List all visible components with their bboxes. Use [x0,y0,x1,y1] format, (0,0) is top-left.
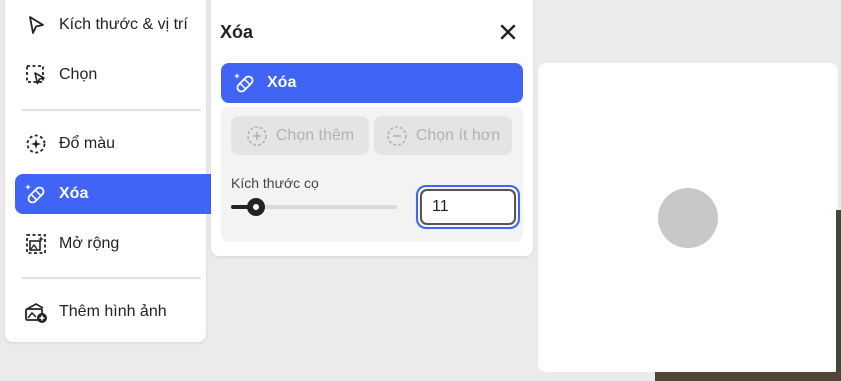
select-less-button[interactable]: Chọn ít hơn [374,116,512,155]
panel-title: Xóa [220,22,254,42]
plus-circle-icon [246,125,268,147]
brush-size-label: Kích thước cọ [231,175,319,191]
sidebar-item-label: Kích thước & vị trí [59,16,188,33]
tool-sidebar: Kích thước & vị trí Chọn Đổ màu Xóa Mở r… [5,0,224,342]
select-more-button[interactable]: Chọn thêm [231,116,369,155]
sidebar-item-label: Đổ màu [59,135,116,152]
sidebar-item-label: Chọn [59,66,98,83]
sidebar-item-label: Xóa [59,185,89,202]
remove-button[interactable]: Xóa [221,63,523,103]
background-photo-edge [655,372,841,381]
background-photo-edge [836,210,841,381]
brush-preview [658,188,718,248]
remove-button-label: Xóa [267,74,297,91]
sidebar-item-fill[interactable]: Đổ màu [15,124,224,164]
sidebar-divider [22,277,201,279]
brush-size-input-focus-ring [416,185,520,229]
sidebar-item-expand[interactable]: Mở rộng [15,224,224,264]
remove-panel: Xóa Xóa Chọn thêm Chọn ít hơn Kích thước… [211,0,533,256]
sidebar-item-label: Mở rộng [59,235,120,252]
sidebar-item-select[interactable]: Chọn [15,55,224,95]
selection-icon [23,62,49,88]
close-icon [500,24,516,40]
sidebar-item-remove[interactable]: Xóa [15,174,224,214]
sidebar-item-add-image[interactable]: Thêm hình ảnh [15,292,224,332]
select-more-label: Chọn thêm [275,126,355,144]
brush-options: Chọn thêm Chọn ít hơn Kích thước cọ [221,107,523,242]
pointer-icon [23,12,49,38]
brush-size-slider-thumb[interactable] [247,198,265,216]
sidebar-item-label: Thêm hình ảnh [59,303,167,320]
sidebar-divider [22,109,201,111]
expand-icon [23,231,49,257]
eraser-bandage-icon [233,71,257,95]
eraser-bandage-icon [23,181,49,207]
close-button[interactable] [497,21,519,43]
brush-size-input[interactable] [420,189,516,225]
sidebar-item-size-position[interactable]: Kích thước & vị trí [15,5,224,45]
image-canvas[interactable] [538,63,838,372]
minus-circle-icon [386,125,408,147]
select-less-label: Chọn ít hơn [415,126,501,144]
add-image-icon [23,299,49,325]
generative-fill-icon [23,131,49,157]
